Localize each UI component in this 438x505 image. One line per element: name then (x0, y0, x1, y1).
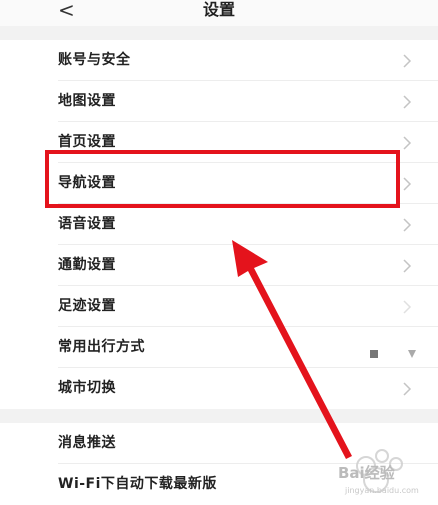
settings-item-label: 消息推送 (58, 435, 116, 451)
settings-item-label: 通勤设置 (58, 257, 116, 273)
settings-item-label: 地图设置 (58, 93, 116, 109)
settings-item-voice[interactable]: 语音设置 (0, 204, 438, 245)
settings-item-label: 语音设置 (58, 216, 116, 232)
chevron-right-icon (403, 54, 412, 68)
highlight-box (45, 150, 400, 208)
section-gap (0, 409, 438, 423)
watermark-text: Bai经验 (338, 464, 395, 482)
watermark-url: jingyan.baidu.com (345, 486, 419, 495)
chevron-right-icon (403, 95, 412, 109)
chevron-right-icon (403, 259, 412, 273)
settings-item-label: 账号与安全 (58, 52, 131, 68)
page-title: 设置 (202, 0, 235, 19)
settings-item-map[interactable]: 地图设置 (0, 81, 438, 122)
section-gap (0, 26, 438, 40)
settings-item-travel-mode[interactable]: 常用出行方式 (0, 327, 438, 368)
settings-item-commute[interactable]: 通勤设置 (0, 245, 438, 286)
settings-item-account-security[interactable]: 账号与安全 (0, 40, 438, 81)
chevron-right-icon (403, 177, 412, 191)
settings-item-footprint[interactable]: 足迹设置 (0, 286, 438, 327)
settings-item-label: 常用出行方式 (58, 339, 145, 355)
dropdown-triangle-icon (408, 350, 416, 358)
settings-item-label: Wi-Fi下自动下载最新版 (58, 476, 217, 492)
settings-item-city-switch[interactable]: 城市切换 (0, 368, 438, 409)
chevron-right-icon (403, 382, 412, 396)
settings-item-label: 城市切换 (58, 380, 116, 396)
top-bar: < 设置 (0, 0, 438, 26)
settings-item-label: 足迹设置 (58, 298, 116, 314)
chevron-right-icon (403, 136, 412, 150)
chevron-right-icon (403, 300, 412, 314)
chevron-right-icon (403, 218, 412, 232)
stop-square-icon (370, 350, 378, 358)
